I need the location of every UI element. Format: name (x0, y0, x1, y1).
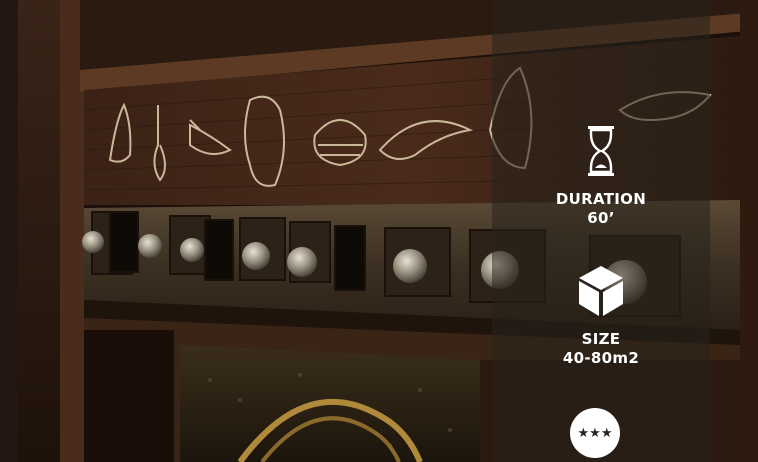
duration-value: 60’ (587, 209, 615, 227)
size-info: SIZE 40-80m2 (492, 264, 710, 368)
size-label: SIZE (581, 330, 621, 348)
size-value: 40-80m2 (562, 349, 640, 367)
cube-icon (579, 266, 623, 316)
hourglass-icon (588, 126, 614, 176)
room-info-panel: DURATION 60’ SIZE 40-80m2 (492, 0, 710, 462)
duration-info: DURATION 60’ (492, 124, 710, 228)
three-star-badge-icon: ★★★ (570, 408, 620, 458)
hero-banner: DURATION 60’ SIZE 40-80m2 ★★★ (0, 0, 758, 462)
difficulty-stars: ★★★ (577, 425, 613, 441)
duration-label: DURATION (555, 190, 647, 208)
